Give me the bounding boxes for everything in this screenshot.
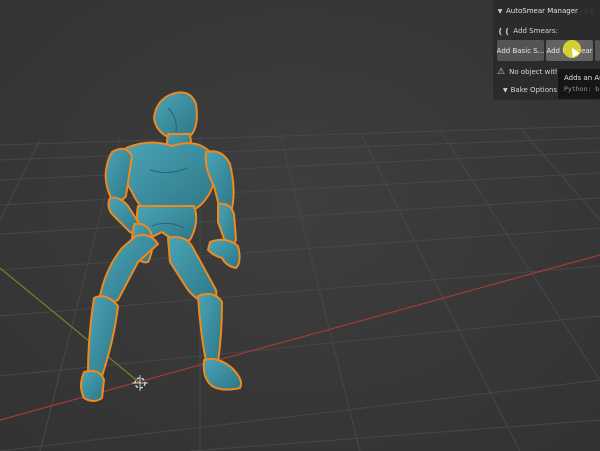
smear-icon: ❪❪ [497,26,511,36]
tooltip-description: Adds an Au [564,74,600,82]
warning-icon: ⚠ [497,67,506,77]
more-button[interactable] [595,40,600,61]
chevron-down-icon[interactable]: ▼ [496,8,504,15]
chevron-down-icon: ▼ [503,86,508,94]
tooltip: Adds an Au Python: b [557,68,600,100]
tooltip-python: Python: b [564,85,600,93]
left-foot [80,370,105,402]
bake-options-label: Bake Options [510,86,558,94]
smear-buttons-row: Add Basic S... Add F mear [497,40,600,61]
add-smears-row: ❪❪ Add Smears: [497,25,558,37]
drag-handle-icon[interactable]: ⋮⋮ [583,8,595,15]
panel-title: AutoSmear Manager [506,7,578,15]
panel-header[interactable]: ▼ AutoSmear Manager ⋮⋮ [493,4,600,18]
add-basic-smear-button[interactable]: Add Basic S... [497,40,544,61]
add-smears-label: Add Smears: [513,27,558,35]
warning-row: ⚠ No object with [497,66,559,78]
bake-options-toggle[interactable]: ▼ Bake Options [503,84,557,96]
warning-text: No object with [509,68,560,76]
